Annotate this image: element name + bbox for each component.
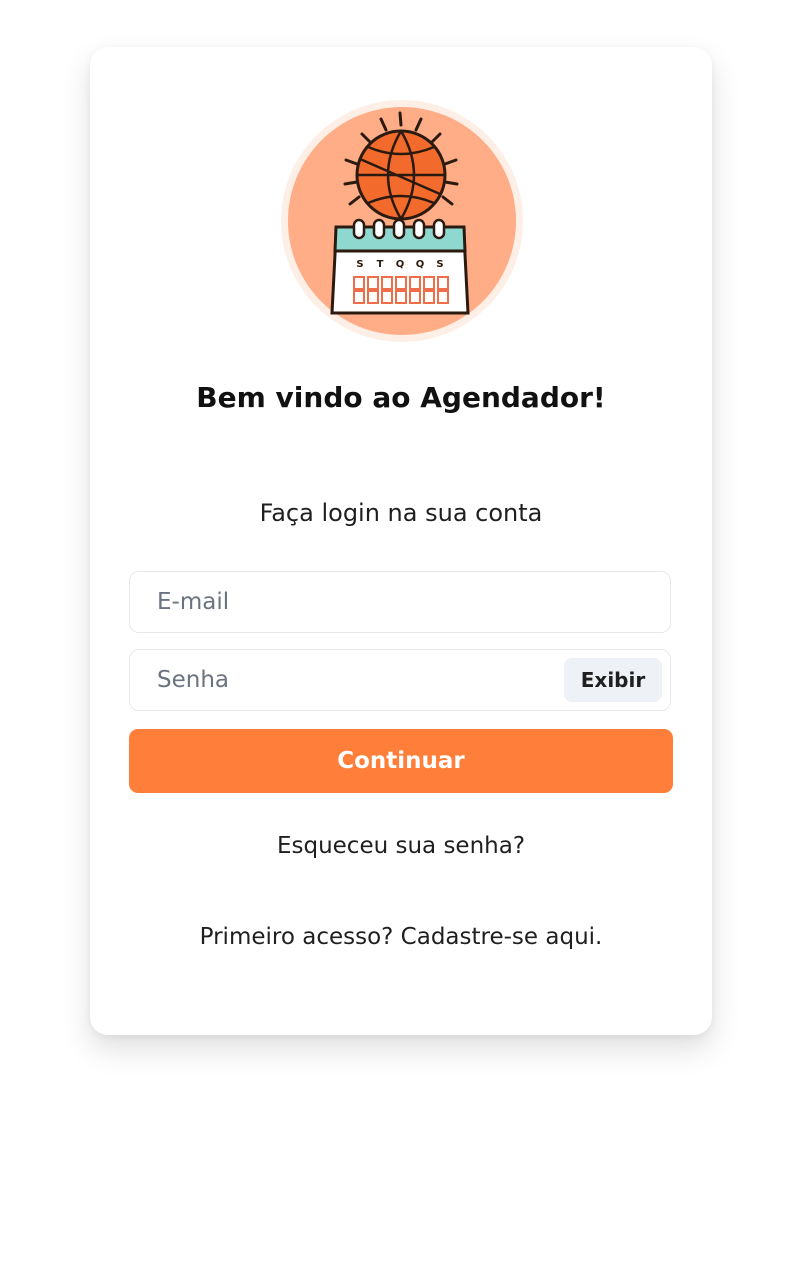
weekday-label: Q <box>396 259 405 270</box>
page-title: Bem vindo ao Agendador! <box>196 381 606 414</box>
weekday-label: S <box>356 259 363 270</box>
weekday-label: Q <box>416 259 425 270</box>
password-field: Exibir <box>129 649 671 711</box>
signup-link[interactable]: Primeiro acesso? Cadastre-se aqui. <box>90 924 712 950</box>
email-field <box>129 571 671 633</box>
forgot-password-link[interactable]: Esqueceu sua senha? <box>90 833 712 859</box>
weekday-label: S <box>436 259 443 270</box>
show-password-button[interactable]: Exibir <box>564 658 662 702</box>
weekday-label: T <box>377 259 384 270</box>
login-subtitle: Faça login na sua conta <box>259 499 543 527</box>
calendar-sun-icon: S T Q Q S <box>281 100 523 342</box>
continue-button[interactable]: Continuar <box>129 729 673 793</box>
login-card: S T Q Q S Bem vindo ao Agendador! Faça l… <box>90 47 712 1035</box>
email-input[interactable] <box>130 572 670 632</box>
